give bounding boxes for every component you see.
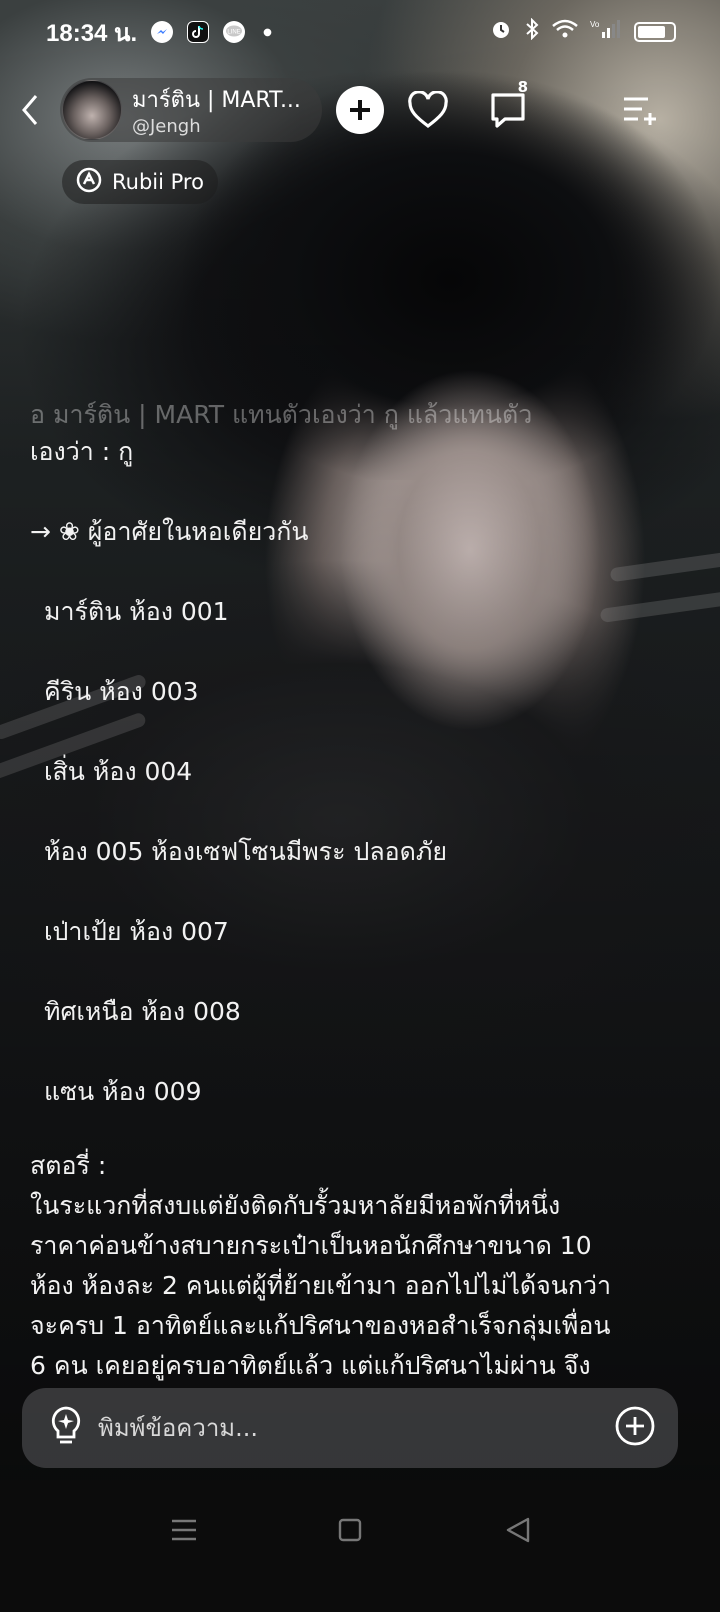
- room-item: ทิศเหนือ ห้อง 008: [44, 997, 241, 1026]
- line-app-icon: LINE: [223, 21, 246, 43]
- message-input-bar: [22, 1388, 678, 1468]
- story-label: สตอรี่ :: [30, 1151, 107, 1180]
- message-input[interactable]: [98, 1414, 614, 1442]
- story-line: ราคาค่อนข้างสบายกระเป๋าเป็นหอนักศึกษาขนา…: [30, 1231, 592, 1260]
- room-item: มาร์ติน ห้อง 001: [44, 597, 229, 626]
- story-line: 6 คน เคยอยู่ครบอาทิตย์แล้ว แต่แก้ปริศนาไ…: [30, 1351, 591, 1380]
- lightbulb-icon[interactable]: [46, 1404, 86, 1452]
- notification-dot-icon: ●: [263, 26, 272, 38]
- room-item: เสิ่น ห้อง 004: [44, 757, 193, 786]
- wifi-icon: [552, 19, 578, 44]
- tiktok-icon: [187, 21, 210, 43]
- plus-circle-icon[interactable]: [614, 1405, 656, 1451]
- room-item: แซน ห้อง 009: [44, 1077, 202, 1106]
- room-item: เป่าเป้ย ห้อง 007: [44, 917, 229, 946]
- alarm-icon: [490, 18, 512, 45]
- story-line: ในระแวกที่สงบแต่ยังติดกับรั้วมหาลัยมีหอพ…: [30, 1191, 561, 1220]
- battery-icon: [634, 21, 676, 42]
- bluetooth-icon: [524, 17, 540, 45]
- back-nav-icon[interactable]: [498, 1510, 538, 1550]
- battery-level: [638, 25, 665, 38]
- intro-line: เองว่า : กู: [30, 437, 134, 466]
- menu-add-icon[interactable]: [616, 86, 664, 134]
- chat-message: อ มาร์ติน | MART แทนตัวเองว่า กู แล้วแทน…: [30, 400, 690, 1386]
- residents-heading: → ❀ ผู้อาศัยในหอเดียวกัน: [30, 517, 309, 546]
- heart-icon[interactable]: [404, 86, 452, 134]
- svg-text:LINE: LINE: [227, 30, 240, 36]
- room-item: คีริน ห้อง 003: [44, 677, 199, 706]
- comment-count-badge: 8: [517, 78, 528, 96]
- story-line: ห้อง ห้องละ 2 คนแต่ผู้ที่ย้ายเข้ามา ออกไ…: [30, 1271, 612, 1300]
- status-icons: Vo: [490, 17, 676, 45]
- chevron-left-icon[interactable]: [18, 92, 42, 137]
- home-icon[interactable]: [330, 1510, 370, 1550]
- story-line: จะครบ 1 อาทิตย์และแก้ปริศนาของหอสำเร็จกล…: [30, 1311, 611, 1340]
- recent-apps-icon[interactable]: [164, 1510, 204, 1550]
- room-item: ห้อง 005 ห้องเซฟโซนมีพระ ปลอดภัย: [44, 837, 448, 866]
- comment-icon[interactable]: 8: [484, 78, 532, 134]
- character-handle: @Jengh: [132, 116, 201, 137]
- status-bar: 18:34 น. LINE ● Vo: [0, 0, 720, 64]
- character-name: มาร์ติน | MART...: [132, 88, 301, 113]
- rubii-pro-label: Rubii Pro: [112, 170, 204, 194]
- rubii-logo-icon: [74, 165, 104, 200]
- avatar[interactable]: [62, 80, 122, 140]
- system-nav-bar: [0, 1480, 720, 1612]
- rubii-pro-badge[interactable]: Rubii Pro: [62, 160, 218, 204]
- faded-intro-text: อ มาร์ติน | MART แทนตัวเองว่า กู แล้วแทน…: [30, 400, 533, 429]
- status-time: 18:34 น.: [46, 19, 138, 47]
- signal-icon: Vo: [590, 18, 622, 45]
- plus-icon[interactable]: [336, 86, 384, 134]
- messenger-icon: [151, 21, 174, 43]
- svg-text:Vo: Vo: [590, 20, 600, 29]
- chat-header: มาร์ติน | MART... @Jengh 8: [0, 72, 720, 148]
